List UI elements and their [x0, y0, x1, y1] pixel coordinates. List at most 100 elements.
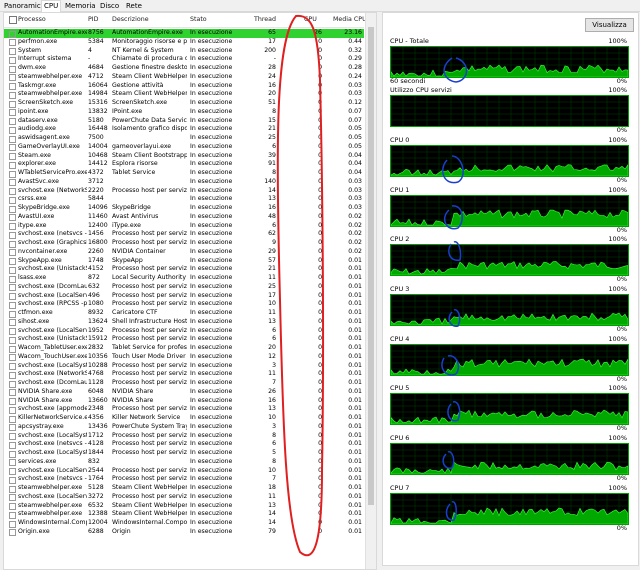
process-row[interactable]: apcsystray.exe 13436 PowerChute System Tra…: [4, 423, 364, 432]
process-row[interactable]: System 4 NT Kernel & System In esecuzione 20…: [4, 47, 364, 56]
col-avg-cpu[interactable]: Media CPU: [333, 16, 367, 23]
process-row[interactable]: audiodg.exe 16448 Isolamento grafico dispo…: [4, 125, 364, 134]
process-row[interactable]: lsass.exe 872 Local Security Authority P..…: [4, 274, 364, 283]
process-row[interactable]: WTabletServicePro.exe 4372 Tablet Service I…: [4, 169, 364, 178]
process-row[interactable]: steamwebhelper.exe 4712 Steam Client WebHe…: [4, 73, 364, 82]
process-row[interactable]: svchost.exe (LocalServic...496 Processo h…: [4, 292, 364, 301]
process-row[interactable]: services.exe 832 In esecuzione 8 0 0.01: [4, 458, 364, 467]
process-row[interactable]: sihost.exe 13624 Shell Infrastructure Host…: [4, 318, 364, 327]
row-checkbox[interactable]: [9, 240, 16, 248]
process-row[interactable]: svchost.exe (LocalSyste...1712 Processo h…: [4, 432, 364, 441]
row-checkbox[interactable]: [9, 56, 16, 64]
row-checkbox[interactable]: [9, 258, 16, 265]
row-checkbox[interactable]: [9, 100, 16, 108]
row-checkbox[interactable]: [9, 214, 16, 222]
row-checkbox[interactable]: [9, 336, 16, 344]
row-checkbox[interactable]: [9, 74, 16, 82]
process-row[interactable]: svchost.exe (NetworkSer...2220 Processo h…: [4, 187, 364, 196]
process-row[interactable]: Interrupt sistema - Chiamate di procedura …: [4, 55, 364, 64]
row-checkbox[interactable]: [9, 135, 16, 143]
row-checkbox[interactable]: [9, 39, 16, 47]
row-checkbox[interactable]: [9, 441, 16, 449]
process-row[interactable]: AvastSvc.exe 3712 In esecuzione 140 0 0.03: [4, 178, 364, 187]
process-row[interactable]: steamwebhelper.exe 14984 Steam Client WebH…: [4, 90, 364, 99]
process-row[interactable]: SkypeApp.exe 1748 SkypeApp In esecuzione 57 0…: [4, 257, 364, 266]
row-checkbox[interactable]: [9, 459, 16, 467]
row-checkbox[interactable]: [9, 380, 16, 388]
process-row[interactable]: svchost.exe (appmodel ...2348 Processo ho…: [4, 405, 364, 414]
row-checkbox[interactable]: [9, 389, 16, 397]
process-row[interactable]: KillerNetworkService.exe4356 Killer Netwo…: [4, 414, 364, 423]
view-button[interactable]: Visualizza: [585, 18, 634, 32]
select-all-checkbox[interactable]: [9, 16, 17, 24]
row-checkbox[interactable]: [9, 371, 16, 379]
process-row[interactable]: dataserv.exe 5180 PowerChute Data Service I…: [4, 117, 364, 126]
process-row[interactable]: WindowsInternal.Compo...12004 WindowsInte…: [4, 519, 364, 528]
process-row[interactable]: AutomationEmpire.exe 8756 AutomationEmpire…: [4, 29, 364, 38]
process-row[interactable]: Wacom_TouchUser.exe 10356 Touch User Mode …: [4, 353, 364, 362]
process-row[interactable]: steamwebhelper.exe 6532 Steam Client WebHe…: [4, 502, 364, 511]
process-row[interactable]: GameOverlayUI.exe 14004 gameoverlayui.exe I…: [4, 143, 364, 152]
row-checkbox[interactable]: [9, 231, 16, 239]
process-row[interactable]: svchost.exe (LocalServic...3272 Processo …: [4, 493, 364, 502]
row-checkbox[interactable]: [9, 188, 16, 195]
process-row[interactable]: NVIDIA Share.exe 13660 NVIDIA Share In esec…: [4, 397, 364, 406]
row-checkbox[interactable]: [9, 179, 16, 187]
col-description[interactable]: Descrizione: [112, 16, 149, 23]
row-checkbox[interactable]: [9, 415, 16, 423]
row-checkbox[interactable]: [9, 494, 16, 502]
process-row[interactable]: steamwebhelper.exe 5128 Steam Client WebHe…: [4, 484, 364, 493]
row-checkbox[interactable]: [9, 398, 16, 405]
process-row[interactable]: svchost.exe (UnistackSvc...4152 Processo …: [4, 265, 364, 274]
process-row[interactable]: AvastUI.exe 11460 Avast Antivirus In esecuz…: [4, 213, 364, 222]
row-checkbox[interactable]: [9, 249, 16, 257]
row-checkbox[interactable]: [9, 275, 16, 283]
col-state[interactable]: Stato: [190, 16, 207, 23]
process-row[interactable]: svchost.exe (DcomLaunc...632 Processo hos…: [4, 283, 364, 292]
row-checkbox[interactable]: [9, 293, 16, 300]
process-row[interactable]: Origin.exe 6288 Origin In esecuzione 79 0 0.01: [4, 528, 364, 537]
tab-disco[interactable]: Disco: [98, 1, 121, 11]
row-checkbox[interactable]: [9, 30, 16, 38]
tab-rete[interactable]: Rete: [124, 1, 144, 11]
process-row[interactable]: svchost.exe (netsvcs -p) 1456 Processo hos…: [4, 230, 364, 239]
row-checkbox[interactable]: [9, 503, 16, 510]
row-checkbox[interactable]: [9, 520, 16, 528]
row-checkbox[interactable]: [9, 476, 16, 484]
row-checkbox[interactable]: [9, 48, 16, 55]
row-checkbox[interactable]: [9, 153, 16, 160]
row-checkbox[interactable]: [9, 363, 16, 370]
process-row[interactable]: itype.exe 12400 iType.exe In esecuzione 6 0 0.…: [4, 222, 364, 231]
process-row[interactable]: svchost.exe (RPCSS -p) 1080 Processo host …: [4, 300, 364, 309]
row-checkbox[interactable]: [9, 109, 16, 117]
col-pid[interactable]: PID: [88, 16, 99, 23]
row-checkbox[interactable]: [9, 511, 16, 519]
row-checkbox[interactable]: [9, 65, 16, 73]
process-row[interactable]: explorer.exe 14412 Esplora risorse In esecu…: [4, 160, 364, 169]
row-checkbox[interactable]: [9, 170, 16, 178]
process-row[interactable]: svchost.exe (LocalServic...1952 Processo …: [4, 327, 364, 336]
tab-cpu[interactable]: CPU: [41, 0, 62, 12]
row-checkbox[interactable]: [9, 485, 16, 493]
process-row[interactable]: ScreenSketch.exe 15316 ScreenSketch.exe In …: [4, 99, 364, 108]
row-checkbox[interactable]: [9, 468, 16, 475]
tab-memoria[interactable]: Memoria: [63, 1, 98, 11]
row-checkbox[interactable]: [9, 319, 16, 327]
process-row[interactable]: svchost.exe (netsvcs -p) 4128 Processo hos…: [4, 440, 364, 449]
row-checkbox[interactable]: [9, 310, 16, 318]
row-checkbox[interactable]: [9, 118, 16, 125]
process-row[interactable]: svchost.exe (LocalServic...2544 Processo …: [4, 467, 364, 476]
process-row[interactable]: nvcontainer.exe 2260 NVIDIA Container In es…: [4, 248, 364, 257]
process-row[interactable]: perfmon.exe 5384 Monitoraggio risorse e p.…: [4, 38, 364, 47]
process-row[interactable]: Wacom_TabletUser.exe 2832 Tablet Service f…: [4, 344, 364, 353]
row-checkbox[interactable]: [9, 284, 16, 292]
process-row[interactable]: svchost.exe (DcomLaunc...1128 Processo ho…: [4, 379, 364, 388]
row-checkbox[interactable]: [9, 433, 16, 440]
process-row[interactable]: svchost.exe (LocalSyste...10288 Processo …: [4, 362, 364, 371]
col-threads[interactable]: Thread: [254, 16, 276, 23]
vertical-scrollbar[interactable]: [365, 13, 376, 569]
process-row[interactable]: steamwebhelper.exe 12388 Steam Client WebH…: [4, 510, 364, 519]
process-row[interactable]: SkypeBridge.exe 14096 SkypeBridge In esecuz…: [4, 204, 364, 213]
row-checkbox[interactable]: [9, 450, 16, 458]
col-process[interactable]: Processo: [18, 16, 46, 23]
